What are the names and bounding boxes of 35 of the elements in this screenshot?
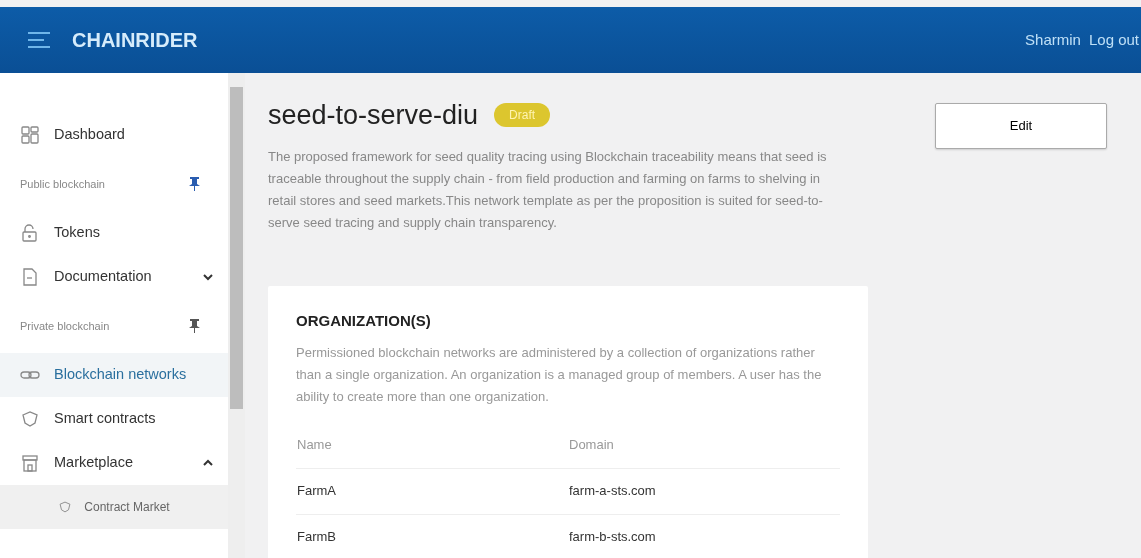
sidebar-item[interactable]: Blockchain networks	[0, 353, 228, 397]
scrollbar[interactable]	[228, 73, 245, 558]
table-cell: FarmB	[296, 514, 568, 558]
document-icon	[20, 267, 40, 287]
sidebar-item[interactable]: Tokens	[0, 211, 228, 255]
table-cell: FarmA	[296, 468, 568, 514]
shield-icon	[20, 409, 40, 429]
shield-icon	[58, 500, 73, 514]
brand-name[interactable]: CHAINRIDER	[72, 25, 198, 55]
sidebar-item[interactable]: Documentation	[0, 255, 228, 299]
pin-icon[interactable]	[189, 319, 200, 333]
card-heading: ORGANIZATION(S)	[296, 310, 432, 331]
lock-icon	[20, 223, 40, 243]
section-label: Public blockchain	[20, 176, 105, 192]
menu-icon[interactable]	[28, 32, 50, 48]
section-label: Private blockchain	[20, 318, 110, 334]
sidebar-item[interactable]: Marketplace	[0, 441, 228, 485]
edit-button[interactable]: Edit	[935, 103, 1107, 149]
table-cell: farm-b-sts.com	[568, 514, 840, 558]
column-header: Domain	[568, 422, 840, 468]
grid-icon	[20, 125, 40, 145]
network-description: The proposed framework for seed quality tracing using Blockchain traceability means that seed is traceable throughout the supply chain - from field production and farming on farms to shelving in retail stores and seed markets.This network template as per the proposition is suited for seed-to-serve seed tracing and supply chain transparency.	[268, 147, 828, 232]
store-icon	[20, 453, 40, 473]
column-header: Name	[296, 422, 568, 468]
card-description: Permissioned blockchain networks are administered by a collection of organizations rather than a single organization. An organization is a managed group of members. A user has the ability to create more than one organization.	[296, 344, 823, 406]
logout-link[interactable]: Log out	[1088, 28, 1139, 52]
page-title: seed-to-serve-diu	[268, 99, 479, 132]
table-cell: farm-a-sts.com	[568, 468, 840, 514]
user-name-link[interactable]: Sharmin	[1025, 28, 1081, 52]
pin-icon[interactable]	[189, 177, 200, 191]
sidebar-item[interactable]: Smart contracts	[0, 397, 228, 441]
sidebar-item[interactable]: Dashboard	[0, 113, 228, 157]
status-badge: Draft	[494, 103, 551, 128]
sidebar-subitem[interactable]: Contract Market	[0, 485, 228, 529]
chevron-down-icon[interactable]	[202, 271, 214, 283]
